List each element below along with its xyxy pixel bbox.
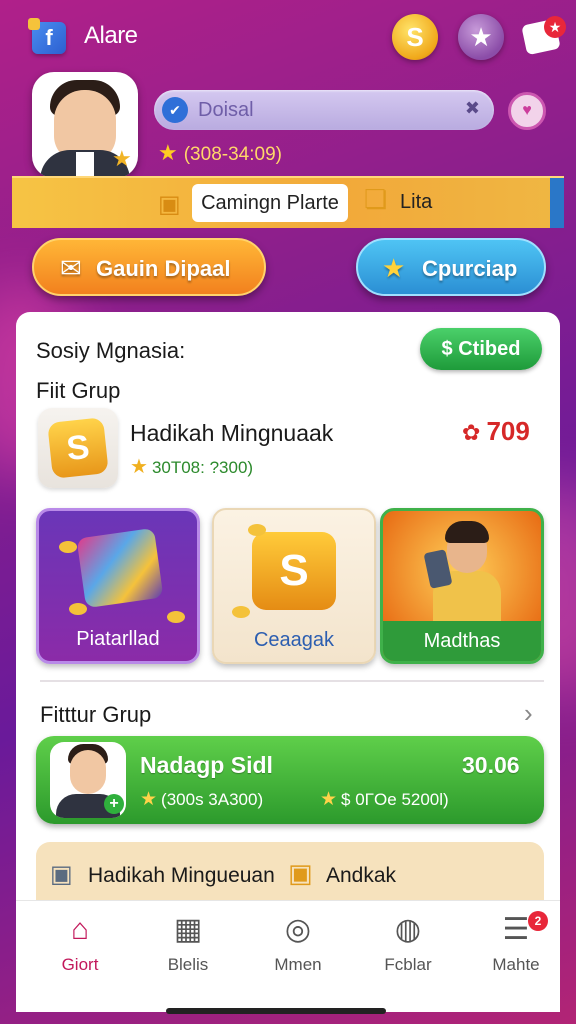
avatar: + xyxy=(50,742,126,818)
nav-label: Mahte xyxy=(492,955,540,974)
list-item-label: Hadikah Mingueuan xyxy=(88,864,275,887)
nav-store[interactable]: ▦ Blelis xyxy=(138,911,238,981)
group-name: Nadagp Sidl xyxy=(140,752,273,778)
lock-icon: ◍ xyxy=(394,913,422,946)
banner-chip[interactable]: Camingn Plarte xyxy=(192,184,348,222)
store-icon: ▦ xyxy=(173,913,203,946)
divider xyxy=(40,680,544,682)
app-screen: f Alare S ★ ★ ★ ✔ Doisal ✖ ♥ ★ (308-34:09… xyxy=(12,0,566,1024)
money-bag-icon: S xyxy=(252,532,336,610)
featured-subtitle: ★ 30T08: ?300) xyxy=(130,456,254,478)
gift-icon: ▣ xyxy=(158,191,181,218)
content-panel: Sosiy Mgnasia: $ Ctibed Fiit Grup S Hadi… xyxy=(16,312,560,912)
nav-label: Giort xyxy=(61,955,99,974)
group-amount: 30.06 xyxy=(462,752,520,778)
featured-badge: ✿ 709 xyxy=(462,416,530,446)
tag-icon: ❏ xyxy=(364,184,388,214)
card-label: Madthas xyxy=(383,621,541,661)
nav-home[interactable]: ⌂ Giort xyxy=(30,911,130,981)
score-line: ★ (308-34:09) xyxy=(158,140,282,166)
menu-icon: ☰ xyxy=(502,913,530,946)
gain-button[interactable]: ✉ Gauin Dipaal xyxy=(32,238,266,296)
star-button[interactable]: ★ xyxy=(458,14,504,60)
nav-label: Fcblar xyxy=(384,955,432,974)
top-bar: f Alare S ★ ★ xyxy=(28,14,568,60)
subscribed-button[interactable]: $ Ctibed xyxy=(420,328,542,370)
gain-button-label: Gauin Dipaal xyxy=(96,256,231,281)
card-person[interactable]: Madthas xyxy=(380,508,544,664)
nav-lock[interactable]: ◍ Fcblar xyxy=(358,911,458,981)
card-bag[interactable]: S Ceaagak xyxy=(212,508,376,664)
messages-button[interactable]: ★ xyxy=(521,16,566,58)
app-title: Alare xyxy=(84,22,138,49)
chevron-right-icon[interactable]: › xyxy=(524,698,533,729)
nav-target[interactable]: ◎ Mmen xyxy=(248,911,348,981)
purchase-button[interactable]: ★ Cpurciap xyxy=(356,238,546,296)
card-puzzle[interactable]: Piatarllad xyxy=(36,508,200,664)
home-indicator xyxy=(166,1008,386,1014)
nav-menu[interactable]: ☰ 2 Mahte xyxy=(466,911,566,981)
group-stat-1: ★ (300s 3A300) xyxy=(140,789,264,810)
gift-icon: ▣ xyxy=(288,858,313,888)
heart-button[interactable]: ♥ xyxy=(508,92,546,130)
bag-icon: S xyxy=(38,408,118,488)
coin-button[interactable]: S xyxy=(392,14,438,60)
nav-badge: 2 xyxy=(528,911,548,931)
bottom-nav: ⌂ Giort ▦ Blelis ◎ Mmen ◍ Fcblar ☰ 2 Mah… xyxy=(16,900,560,1012)
gear-icon: ✿ xyxy=(462,420,481,445)
promo-banner: ▣ Camingn Plarte ❏ Lita xyxy=(12,176,564,228)
search-field[interactable]: ✔ Doisal ✖ xyxy=(154,90,494,130)
box-icon: ▣ xyxy=(50,861,73,888)
featured-title[interactable]: Hadikah Mingnuaak xyxy=(130,420,333,447)
list-item-label-2: Andkak xyxy=(326,864,397,887)
person-illustration xyxy=(423,521,503,625)
star-icon: ★ xyxy=(158,140,178,165)
star-icon: ★ xyxy=(382,253,406,283)
banner-tag-label[interactable]: Lita xyxy=(400,191,432,214)
section2-title: Fitttur Grup xyxy=(40,702,152,727)
section-title: Sosiy Mgnasia: xyxy=(36,338,186,363)
add-icon: + xyxy=(104,794,124,814)
target-icon: ◎ xyxy=(284,913,312,946)
check-icon: ✔ xyxy=(162,97,188,123)
card-label: Piatarllad xyxy=(76,628,160,650)
notification-badge: ★ xyxy=(544,16,566,38)
home-icon: ⌂ xyxy=(70,913,90,946)
app-logo-icon[interactable]: f xyxy=(28,18,66,54)
envelope-icon: ✉ xyxy=(60,253,82,283)
group-stat-2: ★ $ 0ΓOe 5200l) xyxy=(320,789,449,810)
profile-avatar[interactable]: ★ xyxy=(32,72,138,178)
card-label: Ceaagak xyxy=(253,629,335,651)
nav-label: Mmen xyxy=(274,955,322,974)
score-value: (308-34:09) xyxy=(183,144,282,165)
purchase-button-label: Cpurciap xyxy=(422,256,518,281)
group-row[interactable]: + Nadagp Sidl 30.06 ★ (300s 3A300) ★ $ 0ΓO… xyxy=(36,736,544,824)
nav-label: Blelis xyxy=(167,955,209,974)
close-icon[interactable]: ✖ xyxy=(465,98,480,119)
star-badge-icon: ★ xyxy=(112,146,132,171)
search-input[interactable]: Doisal xyxy=(198,99,254,122)
cube-icon xyxy=(76,527,164,609)
section-subtitle: Fiit Grup xyxy=(36,378,121,403)
